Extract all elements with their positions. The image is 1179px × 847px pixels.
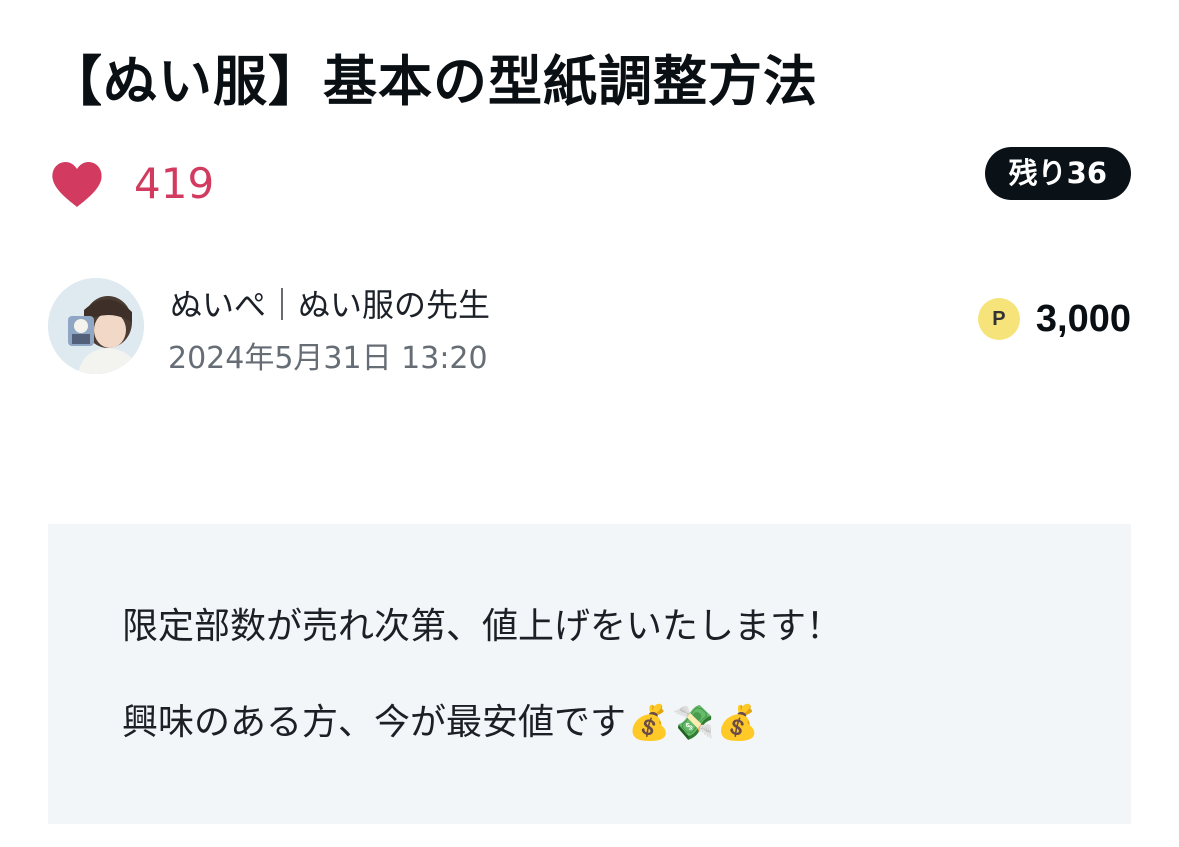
like-button[interactable]: 419 bbox=[50, 154, 214, 214]
article-title: 【ぬい服】基本の型紙調整方法 bbox=[48, 50, 818, 113]
notice-box: 限定部数が売れ次第、値上げをいたします！ 興味のある方、今が最安値です💰💸💰 bbox=[48, 524, 1131, 824]
price-value: 3,000 bbox=[1035, 298, 1131, 340]
heart-icon[interactable] bbox=[50, 159, 104, 209]
money-bag-icon: 💰 bbox=[628, 703, 671, 743]
avatar[interactable] bbox=[48, 278, 144, 374]
author-name[interactable]: ぬいぺ｜ぬい服の先生 bbox=[170, 283, 490, 327]
money-with-wings-icon: 💸 bbox=[672, 703, 715, 743]
post-date: 2024年5月31日 13:20 bbox=[168, 341, 488, 376]
like-count: 419 bbox=[134, 159, 215, 208]
price: P 3,000 bbox=[977, 294, 1131, 344]
notice-text-2: 興味のある方、今が最安値です💰💸💰 bbox=[122, 698, 759, 748]
point-icon: P bbox=[977, 298, 1020, 340]
notice-text-2-label: 興味のある方、今が最安値です bbox=[122, 702, 627, 743]
avatar-image bbox=[48, 278, 144, 374]
money-bag-icon: 💰 bbox=[716, 703, 760, 743]
notice-text-1: 限定部数が売れ次第、値上げをいたします！ bbox=[122, 606, 843, 647]
remaining-badge: 残り36 bbox=[984, 147, 1131, 200]
